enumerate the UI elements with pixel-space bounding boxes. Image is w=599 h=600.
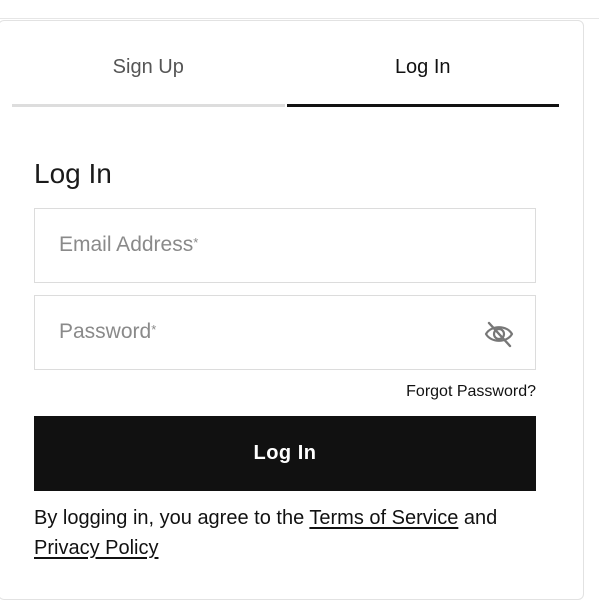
eye-off-icon[interactable] (483, 320, 515, 348)
forgot-password-link[interactable]: Forgot Password? (406, 383, 536, 401)
password-field-container: Password* (34, 295, 536, 370)
legal-middle: and (458, 507, 498, 529)
log-in-button[interactable]: Log In (34, 416, 536, 491)
legal-notice: By logging in, you agree to the Terms of… (34, 503, 544, 563)
terms-of-service-link[interactable]: Terms of Service (309, 507, 458, 529)
tab-sign-up-label: Sign Up (112, 56, 184, 78)
page-title: Log In (34, 158, 112, 189)
password-field[interactable] (35, 296, 535, 369)
email-field[interactable] (35, 209, 535, 282)
top-bar (0, 0, 599, 19)
legal-prefix: By logging in, you agree to the (34, 507, 310, 529)
tab-log-in[interactable]: Log In (286, 30, 559, 107)
tab-sign-up[interactable]: Sign Up (12, 30, 285, 107)
tab-log-in-label: Log In (394, 56, 451, 78)
auth-tabs: Sign Up Log In (12, 30, 559, 107)
email-field-container: Email Address* (34, 208, 536, 283)
privacy-policy-link[interactable]: Privacy Policy (34, 537, 158, 559)
